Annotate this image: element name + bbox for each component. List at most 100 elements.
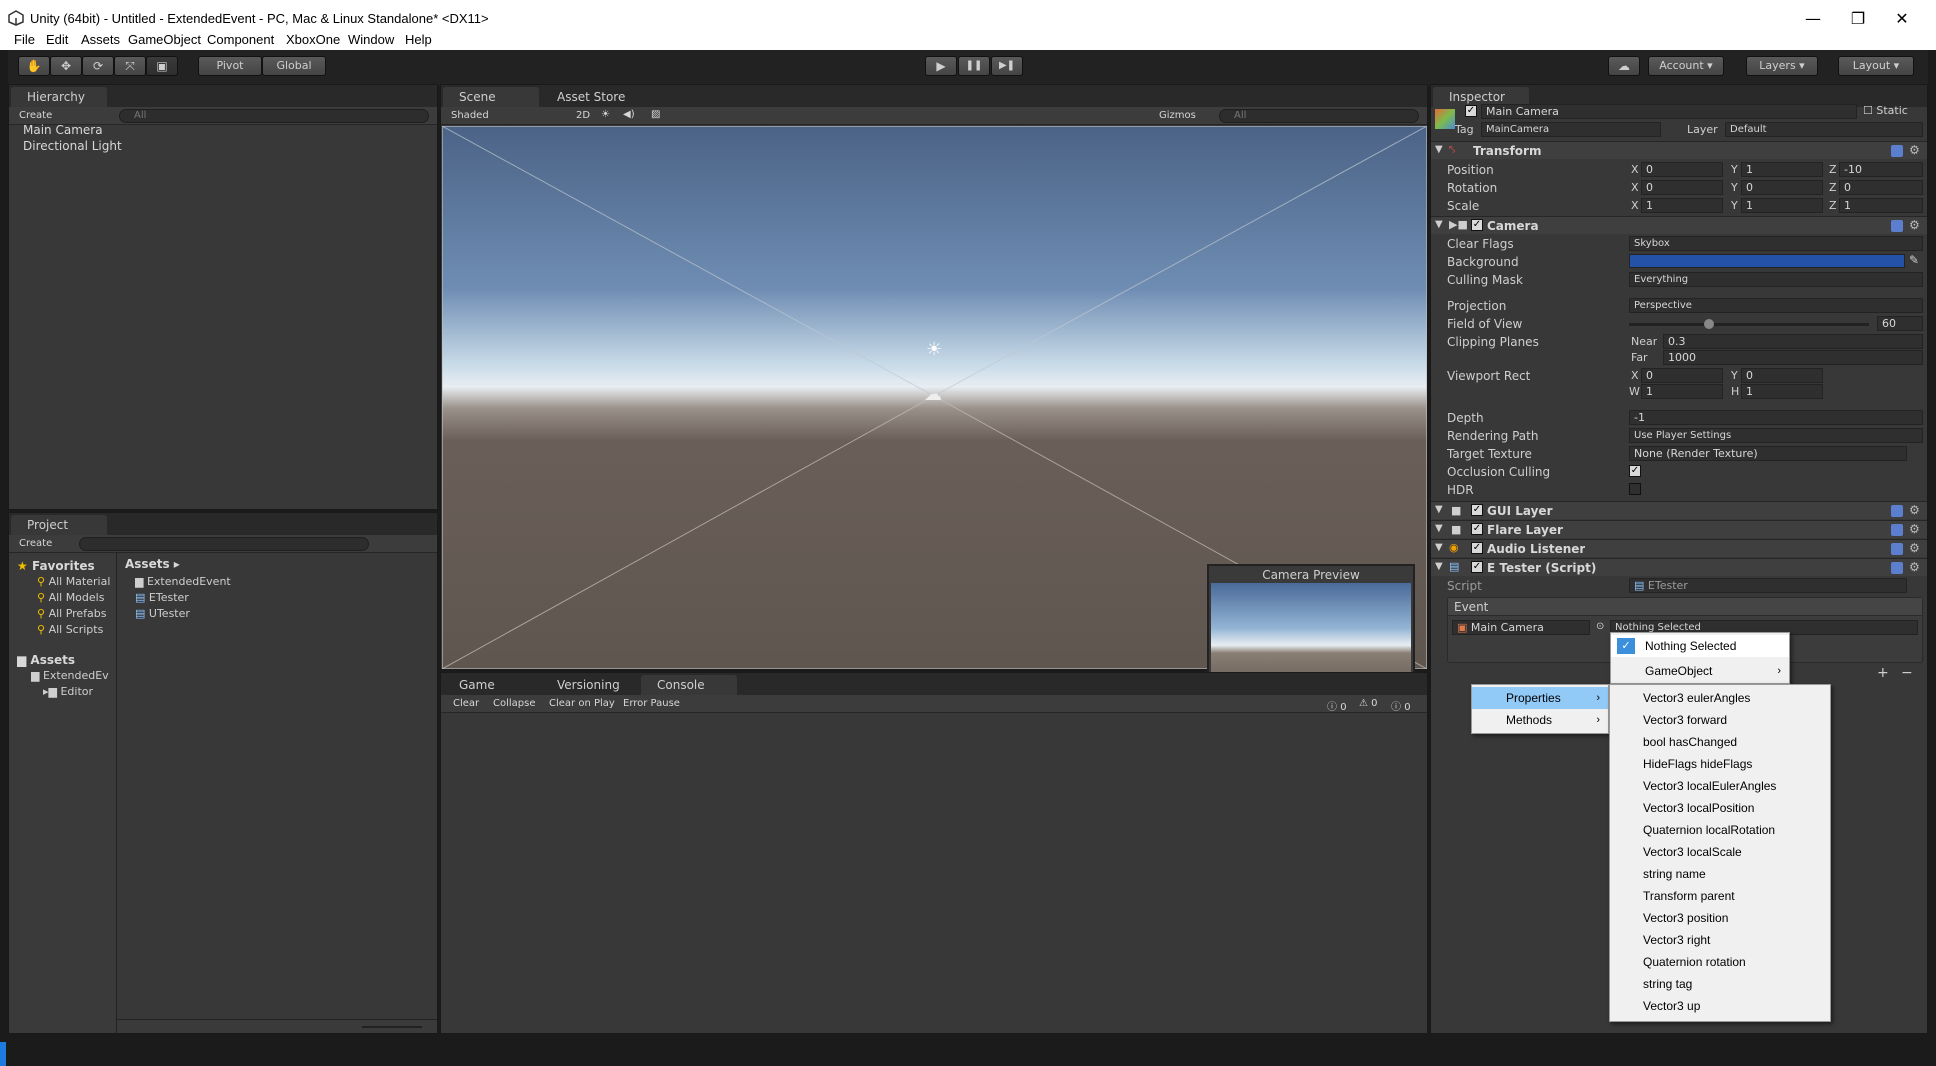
target-texture-field[interactable]: None (Render Texture) — [1629, 446, 1907, 461]
menu-item-property[interactable]: Vector3 eulerAngles — [1610, 687, 1830, 709]
global-button[interactable]: Global — [262, 56, 326, 76]
menu-item-property[interactable]: Vector3 up — [1610, 995, 1830, 1017]
hierarchy-search[interactable]: All — [119, 109, 429, 123]
scene-search[interactable]: All — [1219, 109, 1419, 123]
tab-asset-store[interactable]: Asset Store — [541, 87, 641, 107]
flare-layer-header[interactable]: ▼ ■ ✓ Flare Layer ⚙ — [1431, 520, 1927, 538]
etester-header[interactable]: ▼ ▤ ✓ E Tester (Script) ⚙ — [1431, 558, 1927, 576]
gui-layer-header[interactable]: ▼ ■ ✓ GUI Layer ⚙ — [1431, 501, 1927, 519]
layer-dropdown[interactable]: Default — [1725, 122, 1923, 137]
favorite-item[interactable]: ⚲ All Prefabs — [37, 607, 107, 620]
menu-item-nothing-selected[interactable]: ✓ Nothing Selected — [1611, 635, 1789, 657]
fov-slider[interactable] — [1629, 319, 1869, 329]
light-gizmo-icon[interactable]: ☀ — [926, 339, 942, 360]
camera-gizmo-icon[interactable]: ☁ — [924, 384, 942, 405]
remove-listener-button[interactable]: − — [1901, 665, 1913, 681]
gear-icon[interactable]: ⚙ — [1909, 542, 1921, 554]
help-icon[interactable] — [1891, 220, 1903, 232]
viewport-w-field[interactable]: 1 — [1641, 384, 1723, 399]
step-button[interactable]: ▶❚ — [991, 56, 1023, 76]
transform-header[interactable]: ▼ ⤣ Transform ⚙ — [1431, 141, 1927, 159]
favorite-item[interactable]: ⚲ All Models — [37, 591, 104, 604]
console-info-count[interactable]: ⓘ 0 — [1391, 698, 1411, 713]
position-z-field[interactable]: -10 — [1839, 162, 1923, 177]
zoom-slider[interactable] — [362, 1026, 422, 1028]
near-field[interactable]: 0.3 — [1663, 334, 1923, 349]
project-create[interactable]: Create — [19, 538, 52, 549]
fov-field[interactable]: 60 — [1877, 316, 1923, 331]
shading-dropdown[interactable]: Shaded — [451, 110, 489, 121]
menu-item-gameobject[interactable]: GameObject › — [1611, 660, 1789, 682]
gear-icon[interactable]: ⚙ — [1909, 144, 1921, 156]
viewport-x-field[interactable]: 0 — [1641, 368, 1723, 383]
menu-window[interactable]: Window — [348, 32, 394, 47]
assets-header[interactable]: ▆ Assets — [17, 653, 75, 667]
tab-scene[interactable]: Scene — [443, 87, 539, 107]
menu-item-properties[interactable]: Properties › — [1472, 687, 1608, 709]
rendering-path-dropdown[interactable]: Use Player Settings — [1629, 428, 1923, 443]
hierarchy-create[interactable]: Create — [19, 110, 52, 121]
menu-item-property[interactable]: HideFlags hideFlags — [1610, 753, 1830, 775]
rect-tool-button[interactable]: ▣ — [146, 56, 178, 76]
object-name-field[interactable]: Main Camera — [1481, 104, 1857, 119]
tab-console[interactable]: Console — [641, 675, 737, 695]
menu-item-property[interactable]: Quaternion localRotation — [1610, 819, 1830, 841]
hand-tool-button[interactable]: ✋ — [18, 56, 50, 76]
menu-xboxone[interactable]: XboxOne — [286, 32, 340, 47]
static-toggle[interactable]: ☐ Static — [1863, 104, 1908, 117]
scene-viewport[interactable]: ☀ ☁ Camera Preview — [442, 126, 1427, 700]
asset-item[interactable]: ▤ UTester — [135, 607, 190, 620]
asset-item[interactable]: ▤ ETester — [135, 591, 189, 604]
scale-x-field[interactable]: 1 — [1641, 198, 1723, 213]
camera-header[interactable]: ▼ ▶■ ✓ Camera ⚙ — [1431, 216, 1927, 234]
console-clear-on-play-button[interactable]: Clear on Play — [549, 698, 615, 709]
menu-item-property[interactable]: Vector3 localPosition — [1610, 797, 1830, 819]
audio-listener-checkbox[interactable]: ✓ — [1471, 542, 1483, 554]
menu-item-property[interactable]: string tag — [1610, 973, 1830, 995]
pause-button[interactable]: ❚❚ — [958, 56, 990, 76]
layout-dropdown[interactable]: Layout ▾ — [1838, 56, 1914, 76]
layers-dropdown[interactable]: Layers ▾ — [1746, 56, 1818, 76]
event-object-field[interactable]: ▣ Main Camera — [1452, 620, 1590, 635]
culling-mask-dropdown[interactable]: Everything — [1629, 272, 1923, 287]
object-picker-icon[interactable]: ⊙ — [1596, 621, 1604, 632]
tree-item[interactable]: ▆ ExtendedEv — [31, 669, 117, 682]
menu-component[interactable]: Component — [207, 32, 274, 47]
tag-dropdown[interactable]: MainCamera — [1481, 122, 1661, 137]
menu-edit[interactable]: Edit — [46, 32, 68, 47]
minimize-button[interactable]: — — [1795, 6, 1831, 32]
menu-item-property[interactable]: Vector3 localEulerAngles — [1610, 775, 1830, 797]
mode-2d-toggle[interactable]: 2D — [576, 110, 590, 121]
audio-listener-header[interactable]: ▼ ◉ ✓ Audio Listener ⚙ — [1431, 539, 1927, 557]
active-checkbox[interactable]: ✓ — [1465, 105, 1477, 117]
rotation-z-field[interactable]: 0 — [1839, 180, 1923, 195]
play-button[interactable]: ▶ — [925, 56, 957, 76]
close-button[interactable]: ✕ — [1884, 6, 1920, 32]
menu-item-property[interactable]: bool hasChanged — [1610, 731, 1830, 753]
menu-item-property[interactable]: Transform parent — [1610, 885, 1830, 907]
projection-dropdown[interactable]: Perspective — [1629, 298, 1923, 313]
audio-icon[interactable]: ◀) — [623, 109, 635, 120]
menu-item-property[interactable]: Vector3 localScale — [1610, 841, 1830, 863]
rotation-x-field[interactable]: 0 — [1641, 180, 1723, 195]
lighting-icon[interactable]: ☀ — [601, 109, 610, 120]
console-warning-count[interactable]: ⚠ 0 — [1359, 698, 1378, 709]
flare-layer-checkbox[interactable]: ✓ — [1471, 523, 1483, 535]
asset-item[interactable]: ▆ ExtendedEvent — [135, 575, 231, 588]
help-icon[interactable] — [1891, 562, 1903, 574]
pivot-button[interactable]: Pivot — [198, 56, 262, 76]
depth-field[interactable]: -1 — [1629, 410, 1923, 425]
favorite-item[interactable]: ⚲ All Scripts — [37, 623, 103, 636]
far-field[interactable]: 1000 — [1663, 350, 1923, 365]
hierarchy-item-directional-light[interactable]: Directional Light — [23, 139, 122, 153]
tree-item[interactable]: ▸▆ Editor — [43, 685, 93, 698]
scale-y-field[interactable]: 1 — [1741, 198, 1823, 213]
gear-icon[interactable]: ⚙ — [1909, 523, 1921, 535]
favorite-item[interactable]: ⚲ All Material — [37, 575, 110, 588]
gizmos-dropdown[interactable]: Gizmos — [1159, 110, 1196, 121]
viewport-h-field[interactable]: 1 — [1741, 384, 1823, 399]
fov-slider-thumb[interactable] — [1704, 319, 1714, 329]
occlusion-culling-checkbox[interactable]: ✓ — [1629, 465, 1641, 477]
rotate-tool-button[interactable]: ⟳ — [82, 56, 114, 76]
menu-item-property[interactable]: Vector3 position — [1610, 907, 1830, 929]
